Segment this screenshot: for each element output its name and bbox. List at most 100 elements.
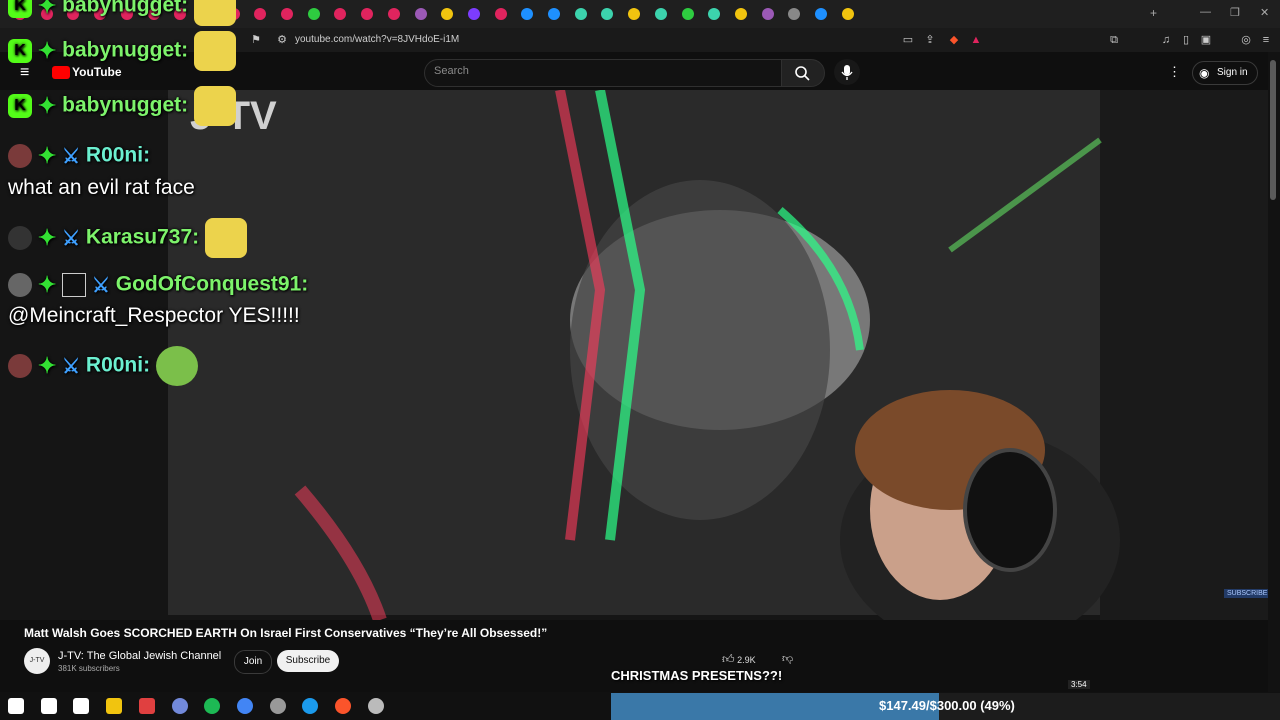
browser-tab-favicon-icon[interactable]	[467, 8, 480, 20]
browser-tab-favicon-icon[interactable]	[654, 8, 667, 20]
screen-icon[interactable]: ▭	[902, 34, 914, 46]
channel-avatar[interactable]: J-TV	[24, 648, 50, 674]
bookmark-icon[interactable]: ⚑	[250, 34, 262, 46]
browser-tab-favicon-icon[interactable]	[761, 8, 774, 20]
sidebar-icon[interactable]: ▯	[1180, 34, 1192, 46]
sign-in-button[interactable]: ◉ Sign in	[1192, 61, 1258, 85]
app-icon[interactable]	[367, 698, 384, 714]
chrome-icon[interactable]	[236, 698, 253, 714]
more-options-icon[interactable]: ⋮	[1168, 64, 1181, 80]
browser-tab-favicon-icon[interactable]	[815, 8, 827, 20]
browser-tab-favicon-icon[interactable]	[307, 8, 320, 20]
sub-badge-icon: ✦	[37, 38, 57, 63]
site-info-icon[interactable]: ⚙	[276, 34, 288, 46]
chat-message-text: @Meincraft_Respector YES!!!!!	[8, 304, 300, 327]
kick-badge-icon: K	[8, 0, 32, 18]
chat-message: K ✦ babynugget:	[8, 0, 236, 26]
stream-overlay-text: CHRISTMAS PRESETNS??!	[611, 668, 783, 683]
obs-icon[interactable]	[138, 698, 155, 714]
browser-tab-favicon-icon[interactable]	[387, 8, 400, 20]
channel-name[interactable]: J-TV: The Global Jewish Channel	[58, 650, 221, 662]
browser-tab-favicon-icon[interactable]	[574, 8, 587, 20]
chat-username: R00ni:	[85, 353, 151, 377]
chat-username: Karasu737:	[85, 225, 200, 249]
search-placeholder: Search	[434, 65, 469, 77]
kick-badge-icon: K	[8, 39, 32, 63]
extensions-icon[interactable]: ⧉	[1108, 34, 1120, 46]
search-input[interactable]	[424, 59, 782, 87]
sword-badge-icon: ⚔	[62, 145, 81, 168]
subscribe-button[interactable]: Subscribe	[277, 650, 339, 672]
brave-icon[interactable]	[335, 698, 351, 714]
search-button[interactable]	[781, 59, 825, 87]
brave-rewards-icon[interactable]: ▲	[970, 34, 982, 46]
maximize-icon[interactable]: ❐	[1230, 6, 1240, 19]
vpn-icon[interactable]: ◎	[1240, 34, 1252, 46]
sub-badge-icon: ✦	[37, 93, 57, 118]
sign-in-label: Sign in	[1217, 67, 1248, 78]
chat-message: K ✦ babynugget:	[8, 31, 236, 71]
scrollbar-thumb[interactable]	[1270, 60, 1276, 200]
media-icon[interactable]: ♫	[1160, 34, 1172, 46]
user-avatar	[8, 226, 32, 250]
discord-icon[interactable]	[171, 698, 188, 714]
browser-tab-favicon-icon[interactable]	[281, 8, 293, 20]
account-icon: ◉	[1199, 66, 1210, 80]
join-button[interactable]: Join	[234, 650, 272, 674]
sub-badge-icon: ✦	[37, 0, 57, 18]
chat-message: ✦ ⚔ Karasu737:	[8, 218, 247, 258]
smiling-bee-emote	[204, 218, 247, 258]
channel-subscriber-count: 381K subscribers	[58, 664, 120, 673]
browser-tab-favicon-icon[interactable]	[841, 8, 854, 20]
microphone-icon	[841, 65, 853, 80]
video-title: Matt Walsh Goes SCORCHED EARTH On Israel…	[24, 626, 548, 640]
windows-start-icon[interactable]	[8, 698, 24, 714]
close-window-icon[interactable]: ✕	[1260, 6, 1269, 19]
sword-badge-icon: ⚔	[62, 227, 81, 250]
wallet-icon[interactable]: ▣	[1200, 34, 1212, 46]
like-count: 2.9K	[737, 655, 756, 665]
task-view-icon[interactable]	[73, 698, 90, 714]
search-icon	[795, 66, 810, 81]
menu-icon[interactable]: ≡	[1260, 34, 1272, 46]
sub-badge-icon: ✦	[37, 272, 57, 297]
kick-badge-icon: K	[8, 94, 32, 118]
sub-badge-icon: ✦	[37, 353, 57, 378]
chat-message-text: what an evil rat face	[8, 176, 195, 199]
search-icon[interactable]	[40, 698, 57, 714]
chat-username: babynugget:	[62, 0, 189, 17]
badge-placeholder-icon	[62, 273, 87, 297]
subscribe-tag: SUBSCRIBE	[1224, 589, 1271, 598]
browser-tab-favicon-icon[interactable]	[361, 8, 374, 20]
sub-badge-icon: ✦	[37, 143, 57, 168]
chat-username: R00ni:	[85, 143, 151, 167]
video-duration: 3:54	[1068, 680, 1090, 689]
user-avatar	[8, 354, 32, 378]
chat-message: ✦ ⚔ R00ni:	[8, 143, 150, 169]
sword-badge-icon: ⚔	[62, 355, 81, 378]
chat-username: babynugget:	[62, 93, 189, 117]
sword-badge-icon: ⚔	[91, 274, 110, 297]
voice-search-button[interactable]	[834, 59, 860, 85]
sub-badge-icon: ✦	[37, 225, 57, 250]
url-field[interactable]: youtube.com/watch?v=8JVHdoE-i1M	[295, 34, 459, 45]
app-icon[interactable]	[269, 698, 286, 714]
smiling-bee-emote	[193, 86, 236, 126]
browser-tab-favicon-icon[interactable]	[628, 8, 641, 20]
browser-tab-favicon-icon[interactable]	[414, 8, 427, 20]
chat-username: GodOfConquest91:	[115, 272, 309, 296]
minimize-icon[interactable]: —	[1200, 6, 1211, 18]
share-icon[interactable]: ⇪	[924, 34, 936, 46]
dislike-button[interactable]: 👎︎	[782, 652, 800, 672]
browser-tab-favicon-icon[interactable]	[734, 8, 747, 20]
thumbs-down-icon: 👎︎	[782, 653, 794, 665]
browser-tab-favicon-icon[interactable]	[494, 8, 507, 20]
browser-tab-favicon-icon[interactable]	[681, 8, 694, 20]
file-explorer-icon[interactable]	[106, 698, 123, 714]
new-tab-icon[interactable]: +	[1150, 6, 1157, 20]
pepe-shout-emote	[155, 346, 198, 386]
browser-tab-favicon-icon[interactable]	[548, 8, 560, 20]
chat-username: babynugget:	[62, 38, 189, 62]
user-avatar	[8, 144, 32, 168]
brave-shield-icon[interactable]: ◆	[948, 34, 960, 46]
